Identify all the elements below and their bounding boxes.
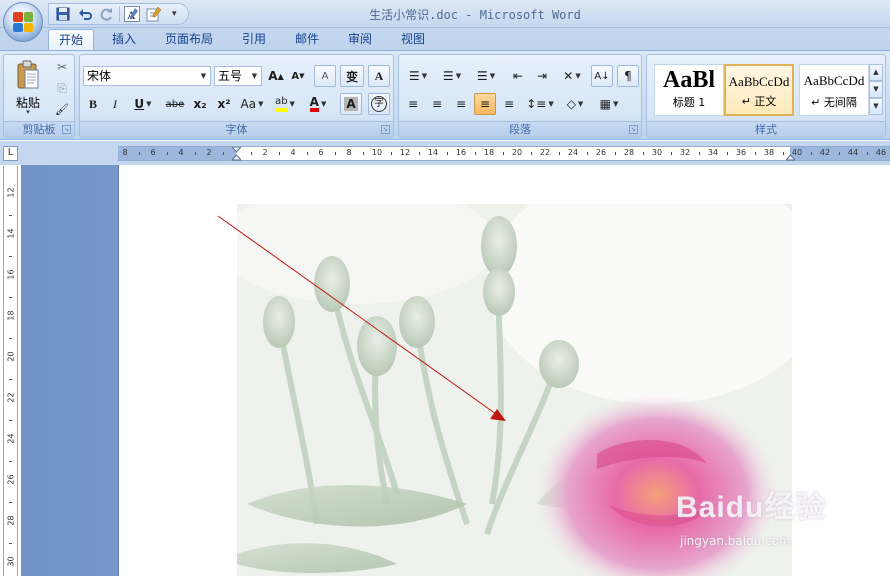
baidu-watermark: Baidu经验 jingyan.baidu.com bbox=[676, 482, 876, 562]
watermark-url: jingyan.baidu.com bbox=[680, 534, 791, 548]
office-logo-icon bbox=[13, 12, 33, 32]
watermark-text: Baidu经验 bbox=[676, 491, 827, 524]
office-button[interactable] bbox=[3, 2, 43, 42]
